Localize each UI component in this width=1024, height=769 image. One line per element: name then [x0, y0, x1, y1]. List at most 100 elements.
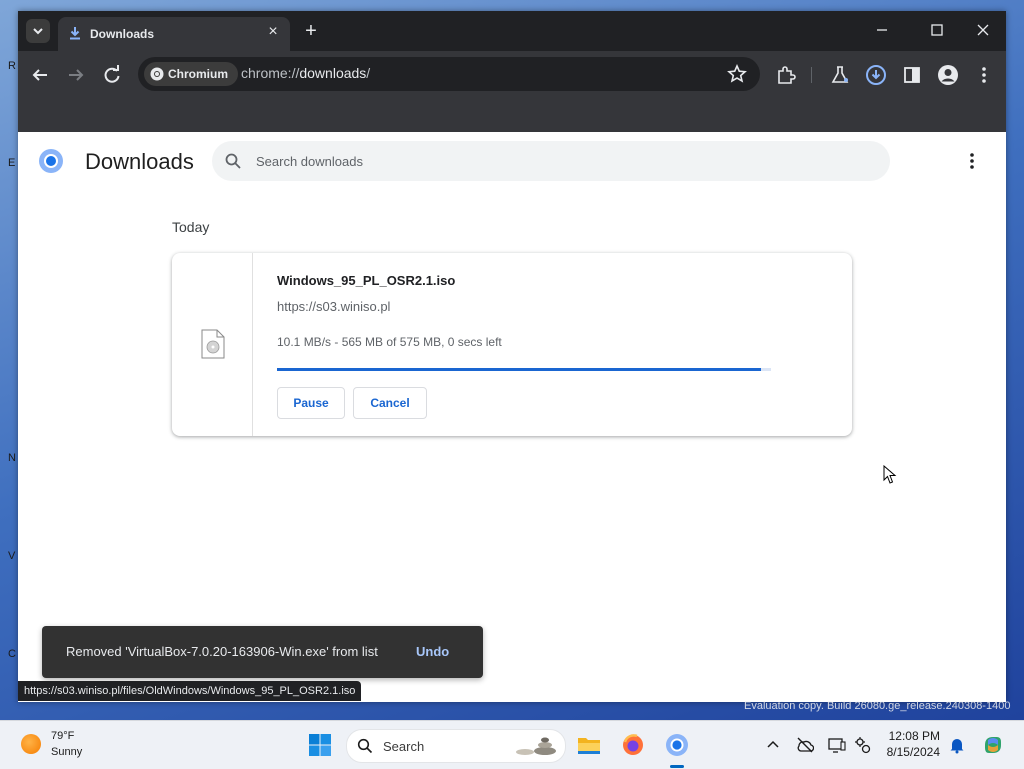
taskbar: 79°F Sunny Search 12:08 PM 8/15/2024	[0, 720, 1024, 769]
close-window-button[interactable]	[969, 17, 997, 43]
chromium-icon	[150, 67, 164, 81]
tab-downloads[interactable]: Downloads ×	[58, 17, 290, 51]
back-button[interactable]	[28, 63, 52, 87]
show-hidden-icons-button[interactable]	[764, 736, 782, 754]
profile-avatar-icon	[938, 65, 958, 85]
chevron-down-icon	[33, 28, 43, 35]
desktop-icon-label-fragment: V	[8, 550, 16, 562]
download-status-text: 10.1 MB/s - 565 MB of 575 MB, 0 secs lef…	[277, 335, 502, 349]
download-icon	[70, 27, 80, 40]
chevron-up-icon	[767, 740, 779, 748]
copilot-button[interactable]	[982, 734, 1004, 756]
url-suffix: /	[366, 65, 371, 81]
pause-button[interactable]: Pause	[277, 387, 345, 419]
browser-menu-button[interactable]	[972, 63, 996, 87]
search-icon	[357, 738, 373, 754]
clock-time[interactable]: 12:08 PM	[880, 729, 940, 743]
maximize-button[interactable]	[923, 17, 951, 43]
vertical-dots-icon[interactable]	[962, 151, 982, 171]
display-tray-button[interactable]	[828, 736, 846, 754]
download-source-url[interactable]: https://s03.winiso.pl	[277, 299, 390, 314]
notifications-button[interactable]	[948, 736, 966, 754]
site-info-chip[interactable]: Chromium	[144, 62, 238, 86]
link-status-bubble: https://s03.winiso.pl/files/OldWindows/W…	[18, 681, 362, 701]
profile-button[interactable]	[936, 63, 960, 87]
search-box[interactable]	[212, 141, 890, 181]
accessibility-icon	[855, 737, 871, 754]
evaluation-watermark: Evaluation copy. Build 26080.ge_release.…	[744, 700, 1011, 712]
desktop-icon-label-fragment: R	[8, 60, 16, 72]
clock-date[interactable]: 8/15/2024	[880, 745, 940, 759]
copilot-icon	[985, 737, 1001, 753]
file-explorer-icon	[578, 738, 600, 754]
flask-icon	[831, 66, 849, 83]
vertical-dots-icon	[982, 67, 986, 83]
download-item-card: Windows_95_PL_OSR2.1.iso https://s03.win…	[172, 253, 852, 436]
download-progress-fill	[277, 368, 762, 371]
tab-title: Downloads	[90, 27, 155, 41]
address-bar[interactable]: Chromium chrome://downloads/	[138, 57, 760, 91]
url-host: downloads	[299, 65, 367, 81]
search-icon	[225, 153, 241, 169]
weather-condition: Sunny	[51, 746, 83, 758]
start-button[interactable]	[308, 733, 332, 757]
url-prefix: chrome://	[241, 65, 300, 81]
cancel-button[interactable]: Cancel	[353, 387, 427, 419]
close-icon	[977, 24, 989, 36]
arrow-left-icon	[32, 69, 47, 81]
reload-button[interactable]	[100, 63, 124, 87]
minimize-icon	[877, 29, 887, 31]
firefox-icon	[623, 734, 643, 755]
download-progress-icon	[866, 65, 886, 85]
download-progress-bar	[277, 368, 771, 371]
weather-temperature: 79°F	[51, 730, 75, 742]
side-panel-button[interactable]	[900, 63, 924, 87]
taskbar-file-explorer[interactable]	[577, 733, 601, 757]
downloads-page: Downloads Today Windows_95_PL_OSR2.1.iso…	[18, 132, 1006, 702]
browser-toolbar: Chromium chrome://downloads/	[18, 51, 1006, 99]
downloads-toolbar-button[interactable]	[864, 63, 888, 87]
notification-bell-icon	[950, 739, 964, 754]
page-title: Downloads	[85, 149, 194, 174]
url-text[interactable]: chrome://downloads/	[241, 65, 370, 81]
date-section-label: Today	[172, 219, 210, 235]
forward-button[interactable]	[64, 63, 88, 87]
toolbar-extension-band	[18, 99, 1006, 132]
maximize-icon	[931, 24, 943, 36]
chromium-logo-icon	[39, 149, 63, 173]
browser-window: Downloads × + Chromium chrome://download…	[18, 11, 1006, 702]
desktop-icon-label-fragment: C	[8, 648, 16, 660]
site-chip-label: Chromium	[168, 67, 228, 81]
search-highlight-stones-icon	[516, 737, 556, 755]
taskbar-chromium[interactable]	[665, 733, 689, 757]
page-header: Downloads	[18, 132, 1006, 192]
reload-icon	[104, 65, 120, 83]
download-filename[interactable]: Windows_95_PL_OSR2.1.iso	[277, 273, 455, 288]
close-tab-button[interactable]: ×	[264, 23, 282, 41]
tab-search-button[interactable]	[26, 19, 50, 43]
desktop-icon-label-fragment: E	[8, 157, 16, 169]
accessibility-tray-button[interactable]	[854, 736, 872, 754]
chromium-icon	[666, 734, 688, 756]
undo-button[interactable]: Undo	[416, 644, 449, 659]
toast-message: Removed 'VirtualBox-7.0.20-163906-Win.ex…	[66, 644, 378, 659]
display-icon	[828, 738, 846, 753]
bookmark-star-icon[interactable]	[726, 63, 748, 85]
puzzle-icon	[778, 66, 796, 84]
network-off-icon	[797, 737, 815, 753]
download-item-icon-column	[172, 253, 253, 436]
taskbar-firefox[interactable]	[621, 733, 645, 757]
new-tab-button[interactable]: +	[300, 20, 322, 42]
taskbar-search-label: Search	[383, 739, 425, 754]
desktop-icon-label-fragment: N	[8, 452, 16, 464]
minimize-button[interactable]	[868, 17, 896, 43]
network-status[interactable]	[796, 736, 815, 754]
toolbar-divider	[811, 67, 812, 83]
labs-button[interactable]	[828, 63, 852, 87]
search-input[interactable]	[256, 141, 856, 181]
undo-toast: Removed 'VirtualBox-7.0.20-163906-Win.ex…	[42, 626, 483, 678]
file-icon	[201, 329, 225, 359]
taskbar-search[interactable]: Search	[346, 729, 566, 763]
arrow-right-icon	[69, 69, 84, 81]
extensions-button[interactable]	[774, 63, 798, 87]
